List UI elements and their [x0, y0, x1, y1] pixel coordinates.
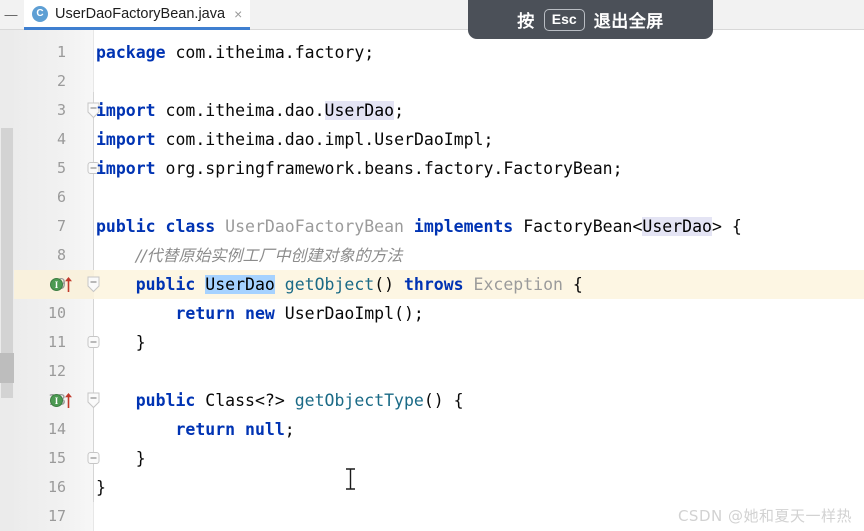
editor-tab-userdaofactorybean[interactable]: C UserDaoFactoryBean.java × — [24, 0, 251, 30]
code-text: return null; — [175, 420, 295, 439]
code-line-8[interactable]: 8 //代替原始实例工厂中创建对象的方法 — [0, 241, 864, 270]
code-text: } — [96, 478, 106, 497]
code-line-1[interactable]: 1 package com.itheima.factory; — [0, 38, 864, 67]
line-number: 1 — [56, 43, 66, 61]
line-number: 12 — [47, 362, 66, 380]
line-number: 3 — [56, 101, 66, 119]
code-text: public UserDao getObject() throws Except… — [135, 275, 583, 294]
code-line-12[interactable]: 12 — [0, 357, 864, 386]
line-number: 15 — [47, 449, 66, 467]
arrow-up-icon — [65, 277, 72, 292]
line-number: 16 — [47, 478, 66, 496]
hint-suffix-label: 退出全屏 — [593, 12, 664, 32]
ide-editor-window: — C UserDaoFactoryBean.java × 按 Esc 退出全屏… — [0, 0, 864, 531]
text-cursor-ibeam — [346, 468, 355, 490]
line-number: 17 — [47, 507, 66, 525]
code-text: public Class<?> getObjectType() { — [135, 391, 464, 410]
java-class-icon: C — [32, 5, 48, 22]
code-line-6[interactable]: 6 — [0, 183, 864, 212]
code-text: //代替原始实例工厂中创建对象的方法 — [135, 246, 403, 265]
line-number: 10 — [47, 304, 66, 322]
line-number: 6 — [56, 188, 66, 206]
editor-tab-bar: — C UserDaoFactoryBean.java × — [0, 0, 864, 30]
editor-tab-label: UserDaoFactoryBean.java — [55, 5, 226, 22]
close-icon[interactable]: × — [234, 7, 242, 21]
code-line-15[interactable]: 15 } — [0, 444, 864, 473]
code-text: package com.itheima.factory; — [96, 43, 375, 62]
code-line-10[interactable]: 10 return new UserDaoImpl(); — [0, 299, 864, 328]
code-line-4[interactable]: 4 import com.itheima.dao.impl.UserDaoImpl… — [0, 125, 864, 154]
code-line-14[interactable]: 14 return null; — [0, 415, 864, 444]
arrow-up-icon — [65, 393, 72, 408]
esc-key-badge: Esc — [543, 8, 585, 31]
code-line-9[interactable]: 9I public UserDao getObject() throws Exc… — [0, 270, 864, 299]
code-text: import com.itheima.dao.UserDao; — [96, 101, 405, 120]
code-line-3[interactable]: 3 import com.itheima.dao.UserDao; — [0, 96, 864, 125]
hint-prefix-label: 按 — [517, 12, 535, 32]
code-line-13[interactable]: 13I public Class<?> getObjectType() { — [0, 386, 864, 415]
line-number: 8 — [56, 246, 66, 264]
code-text: import com.itheima.dao.impl.UserDaoImpl; — [96, 130, 494, 149]
line-number: 5 — [56, 159, 66, 177]
implementation-marker-icon: I — [50, 394, 63, 407]
code-text: public class UserDaoFactoryBean implemen… — [96, 217, 742, 236]
line-number: 7 — [56, 217, 66, 235]
line-number: 2 — [56, 72, 66, 90]
code-line-5[interactable]: 5 import org.springframework.beans.factor… — [0, 154, 864, 183]
code-line-2[interactable]: 2 — [0, 67, 864, 96]
code-lines-container: 1 package com.itheima.factory; 2 3 import co… — [0, 30, 864, 531]
implementing-method-icon[interactable]: I — [50, 276, 76, 293]
code-text: } — [96, 333, 146, 352]
line-number: 14 — [47, 420, 66, 438]
code-line-16[interactable]: 16} — [0, 473, 864, 502]
line-number: 4 — [56, 130, 66, 148]
implementation-marker-icon: I — [50, 278, 63, 291]
code-editor-area[interactable]: 1 package com.itheima.factory; 2 3 import co… — [0, 30, 864, 531]
code-text: return new UserDaoImpl(); — [175, 304, 424, 323]
code-line-7[interactable]: 7 public class UserDaoFactoryBean impleme… — [0, 212, 864, 241]
code-text: } — [96, 449, 146, 468]
code-text: import org.springframework.beans.factory… — [96, 159, 623, 178]
code-line-11[interactable]: 11 } — [0, 328, 864, 357]
minimize-icon[interactable]: — — [4, 8, 18, 22]
exit-fullscreen-hint: 按 Esc 退出全屏 — [468, 0, 713, 39]
line-number: 11 — [47, 333, 66, 351]
watermark-text: CSDN @她和夏天一样热 — [677, 507, 852, 525]
implementing-method-icon[interactable]: I — [50, 392, 76, 409]
